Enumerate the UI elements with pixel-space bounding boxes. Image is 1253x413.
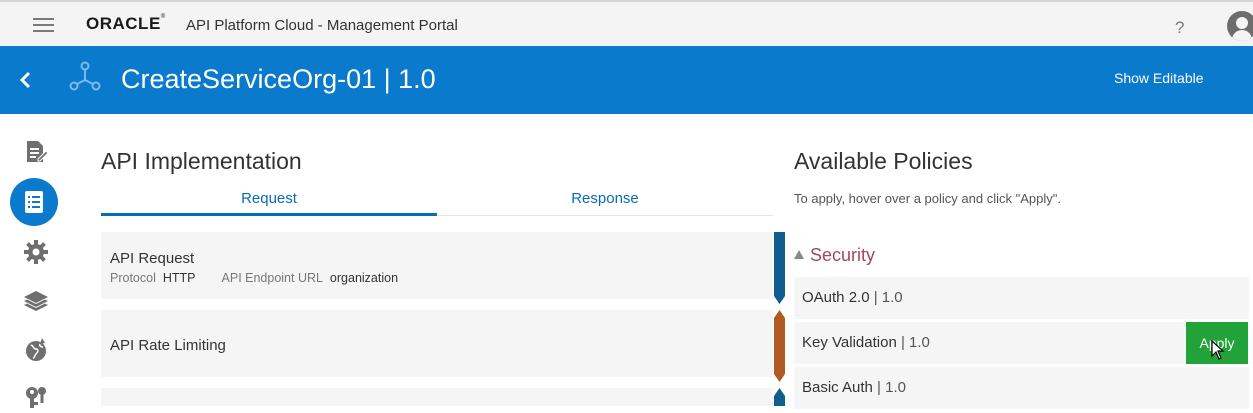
policy-version: 1.0 — [885, 379, 906, 396]
collapse-triangle-icon — [794, 250, 804, 259]
security-section-toggle[interactable]: Security — [794, 245, 875, 266]
policy-basic-auth[interactable]: Basic Auth | 1.0 — [794, 367, 1249, 409]
policy-key-validation[interactable]: Key Validation | 1.0 — [794, 322, 1249, 364]
api-request-meta: Protocol HTTP API Endpoint URL organizat… — [110, 271, 398, 285]
policies-title: Available Policies — [794, 148, 973, 174]
policy-separator: | — [896, 334, 910, 351]
request-flow-marker — [774, 232, 785, 304]
card-title: API Request — [110, 250, 195, 267]
policy-oauth[interactable]: OAuth 2.0 | 1.0 — [794, 277, 1249, 319]
top-bar: ORACLE® API Platform Cloud - Management … — [0, 0, 1253, 46]
gear-icon[interactable] — [20, 236, 52, 268]
section-label: Security — [810, 245, 876, 265]
policy-separator: | — [872, 379, 886, 396]
policy-name: Key Validation — [802, 334, 897, 351]
policy-version: 1.0 — [881, 289, 903, 306]
user-avatar-icon[interactable] — [1227, 11, 1253, 41]
oracle-logo: ORACLE® — [86, 14, 166, 33]
protocol-label: Protocol — [110, 271, 156, 285]
mouse-pointer-icon — [1211, 340, 1225, 360]
help-icon[interactable]: ? — [1175, 18, 1184, 38]
rate-limiting-card[interactable]: API Rate Limiting — [101, 310, 773, 377]
tab-response[interactable]: Response — [437, 190, 773, 207]
rate-limiting-flow-marker — [774, 310, 785, 382]
implementation-icon[interactable] — [10, 178, 58, 226]
protocol-value: HTTP — [162, 271, 196, 285]
layers-icon[interactable] — [20, 285, 52, 317]
selected-tab-indicator — [101, 213, 437, 216]
tab-request[interactable]: Request — [101, 190, 437, 207]
api-name-title: CreateServiceOrg-01 | 1.0 — [121, 64, 436, 94]
api-request-card[interactable]: API Request Protocol HTTP API Endpoint U… — [101, 232, 773, 299]
implementation-title: API Implementation — [101, 148, 302, 174]
globe-icon[interactable] — [20, 334, 52, 366]
app-title: API Platform Cloud - Management Portal — [186, 17, 458, 34]
back-arrow-icon[interactable] — [16, 70, 36, 90]
show-editable-button[interactable]: Show Editable — [1114, 70, 1204, 86]
next-policy-card[interactable] — [101, 388, 773, 406]
endpoint-value: organization — [329, 271, 399, 285]
api-icon — [69, 61, 101, 91]
policy-name: Basic Auth — [802, 379, 873, 396]
edit-document-icon[interactable] — [20, 136, 52, 168]
policies-hint: To apply, hover over a policy and click … — [794, 191, 1061, 206]
policy-separator: | — [869, 289, 882, 306]
policy-version: 1.0 — [909, 334, 930, 351]
keys-icon[interactable] — [20, 381, 52, 413]
api-banner: CreateServiceOrg-01 | 1.0 Show Editable — [0, 46, 1253, 114]
endpoint-label: API Endpoint URL — [221, 271, 323, 285]
next-flow-marker — [774, 388, 785, 406]
hamburger-menu-icon[interactable] — [33, 18, 54, 32]
card-title: API Rate Limiting — [110, 337, 226, 354]
policy-name: OAuth 2.0 — [802, 289, 870, 306]
